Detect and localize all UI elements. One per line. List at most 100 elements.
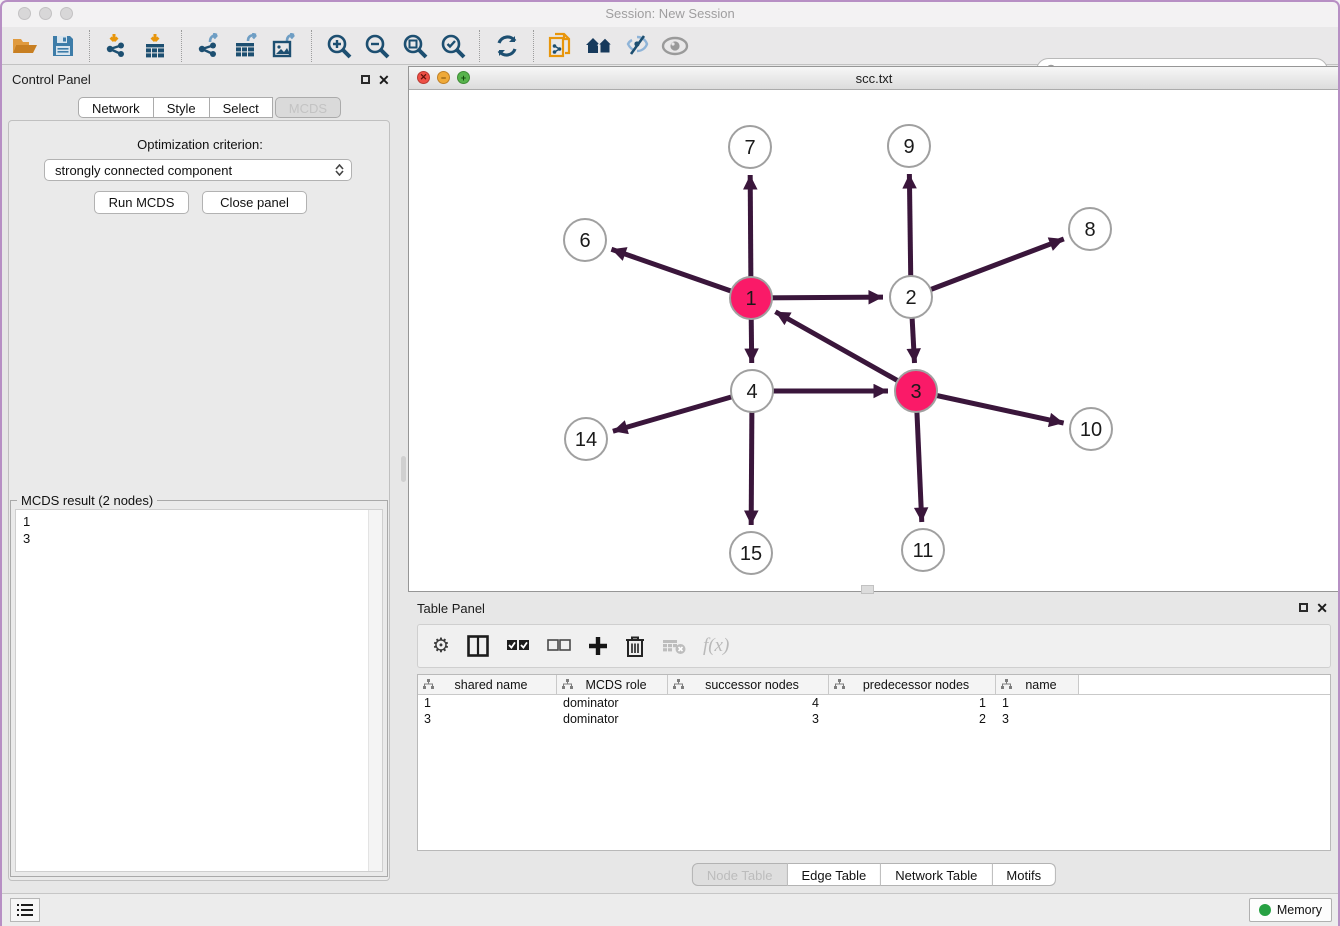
toggle-panel-icon[interactable] — [467, 635, 489, 657]
svg-text:7: 7 — [744, 137, 755, 159]
graph-edge-3-10[interactable] — [916, 391, 1064, 423]
graph-node-6[interactable]: 6 — [564, 219, 606, 261]
network-maximize-icon[interactable]: + — [457, 71, 470, 84]
table-cell[interactable]: 1 — [418, 695, 557, 711]
float-table-panel-icon[interactable] — [1299, 603, 1308, 612]
table-cell[interactable]: 4 — [668, 695, 829, 711]
graph-edge-2-8[interactable] — [911, 239, 1064, 297]
mcds-result-area[interactable]: 1 3 — [15, 509, 383, 872]
graph-node-7[interactable]: 7 — [729, 126, 771, 168]
select-all-icon[interactable] — [506, 639, 530, 653]
table-cell[interactable]: 3 — [668, 711, 829, 727]
column-header-shared-name[interactable]: shared name — [418, 675, 557, 694]
table-cell[interactable]: 1 — [996, 695, 1079, 711]
column-sort-icon — [423, 679, 434, 690]
network-close-icon[interactable]: ✕ — [417, 71, 430, 84]
horizontal-splitter-handle[interactable] — [861, 585, 874, 594]
network-canvas[interactable]: 7 9 6 8 1 2 4 3 14 10 15 11 — [409, 89, 1339, 591]
tab-select[interactable]: Select — [210, 97, 273, 118]
graph-node-3[interactable]: 3 — [895, 370, 937, 412]
export-network-icon[interactable] — [190, 30, 228, 62]
close-panel-icon[interactable]: ✕ — [378, 74, 390, 86]
mcds-result-group: MCDS result (2 nodes) 1 3 — [10, 500, 388, 877]
panel-splitter-handle[interactable] — [401, 456, 406, 482]
memory-button[interactable]: Memory — [1249, 898, 1332, 922]
graph-node-9[interactable]: 9 — [888, 125, 930, 167]
close-table-panel-icon[interactable]: ✕ — [1316, 602, 1328, 614]
graph-node-1[interactable]: 1 — [730, 277, 772, 319]
automation-panel-button[interactable] — [10, 898, 40, 922]
table-settings-icon[interactable]: ⚙ — [432, 636, 450, 656]
table-panel: Table Panel ✕ ⚙ f(x) — [408, 595, 1340, 890]
tab-motifs[interactable]: Motifs — [992, 863, 1056, 886]
delete-table-icon — [662, 637, 686, 655]
graph-node-10[interactable]: 10 — [1070, 408, 1112, 450]
network-minimize-icon[interactable]: − — [437, 71, 450, 84]
table-cell[interactable]: dominator — [557, 711, 668, 727]
table-rows: 1dominator4113dominator323 — [418, 695, 1330, 727]
open-session-icon[interactable] — [6, 30, 44, 62]
svg-text:15: 15 — [740, 543, 762, 565]
unselect-all-icon[interactable] — [547, 639, 571, 653]
result-scrollbar[interactable] — [368, 510, 382, 871]
graph-edge-1-6[interactable] — [611, 249, 751, 298]
svg-text:6: 6 — [579, 230, 590, 252]
zoom-out-icon[interactable] — [358, 30, 396, 62]
tab-network-table[interactable]: Network Table — [881, 863, 992, 886]
add-column-icon[interactable] — [588, 636, 608, 656]
home-icon[interactable] — [580, 30, 618, 62]
criterion-value: strongly connected component — [55, 163, 232, 178]
zoom-in-icon[interactable] — [320, 30, 358, 62]
graph-node-4[interactable]: 4 — [731, 370, 773, 412]
close-window-button[interactable] — [18, 7, 31, 20]
tab-node-table[interactable]: Node Table — [692, 863, 788, 886]
table-cell[interactable]: 1 — [829, 695, 996, 711]
hide-annotations-icon[interactable] — [618, 30, 656, 62]
table-cell[interactable]: dominator — [557, 695, 668, 711]
tab-mcds[interactable]: MCDS — [275, 97, 341, 118]
table-row[interactable]: 1dominator411 — [418, 695, 1330, 711]
graph-node-11[interactable]: 11 — [902, 529, 944, 571]
run-mcds-button[interactable]: Run MCDS — [94, 191, 189, 214]
graph-node-14[interactable]: 14 — [565, 418, 607, 460]
close-panel-button[interactable]: Close panel — [202, 191, 307, 214]
zoom-fit-icon[interactable] — [396, 30, 434, 62]
tab-style[interactable]: Style — [154, 97, 210, 118]
column-header-filler — [1079, 675, 1330, 694]
export-table-icon[interactable] — [228, 30, 266, 62]
column-header-predecessor-nodes[interactable]: predecessor nodes — [829, 675, 996, 694]
table-cell[interactable]: 3 — [418, 711, 557, 727]
column-sort-icon — [834, 679, 845, 690]
column-header-MCDS-role[interactable]: MCDS role — [557, 675, 668, 694]
clone-network-icon[interactable] — [542, 30, 580, 62]
toolbar-separator — [311, 30, 313, 62]
save-session-icon[interactable] — [44, 30, 82, 62]
graph-node-15[interactable]: 15 — [730, 532, 772, 574]
table-cell[interactable]: 3 — [996, 711, 1079, 727]
column-header-successor-nodes[interactable]: successor nodes — [668, 675, 829, 694]
criterion-select[interactable]: strongly connected component — [44, 159, 352, 181]
tab-edge-table[interactable]: Edge Table — [787, 863, 881, 886]
graph-edge-3-1[interactable] — [775, 312, 916, 391]
column-sort-icon — [562, 679, 573, 690]
float-panel-icon[interactable] — [361, 75, 370, 84]
graphics-details-eye-icon — [656, 30, 694, 62]
main-toolbar — [0, 27, 1340, 65]
graph-node-8[interactable]: 8 — [1069, 208, 1111, 250]
graph-node-2[interactable]: 2 — [890, 276, 932, 318]
tab-network[interactable]: Network — [78, 97, 154, 118]
import-network-icon[interactable] — [98, 30, 136, 62]
delete-column-icon[interactable] — [625, 635, 645, 657]
maximize-window-button[interactable] — [60, 7, 73, 20]
column-header-name[interactable]: name — [996, 675, 1079, 694]
export-image-icon[interactable] — [266, 30, 304, 62]
zoom-selected-icon[interactable] — [434, 30, 472, 62]
table-row[interactable]: 3dominator323 — [418, 711, 1330, 727]
table-panel-title: Table Panel — [417, 601, 485, 616]
table-cell[interactable]: 2 — [829, 711, 996, 727]
network-window-titlebar[interactable]: scc.txt — [409, 67, 1339, 90]
minimize-window-button[interactable] — [39, 7, 52, 20]
title-bar: Session: New Session — [0, 0, 1340, 27]
apply-layout-icon[interactable] — [488, 30, 526, 62]
import-table-icon[interactable] — [136, 30, 174, 62]
